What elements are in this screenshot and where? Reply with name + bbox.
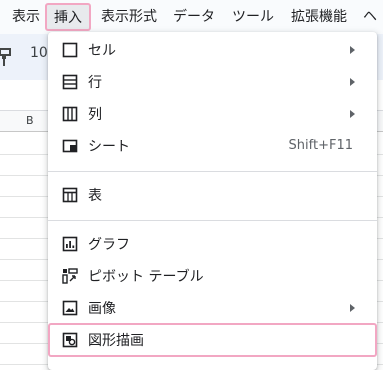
menu-item-label: セル: [88, 43, 116, 59]
menu-item-label: ピボット テーブル: [88, 269, 204, 285]
menu-view[interactable]: 表示: [12, 0, 40, 34]
menu-item-chart[interactable]: グラフ: [48, 228, 377, 260]
submenu-arrow-icon: [350, 78, 355, 86]
menu-divider: [48, 220, 377, 221]
new-sheet-icon: [62, 139, 78, 153]
menu-item-column[interactable]: 列: [48, 98, 377, 130]
menu-insert[interactable]: 挿入: [45, 3, 91, 31]
menu-item-label: 行: [88, 75, 102, 91]
menu-help[interactable]: ヘ: [363, 0, 377, 34]
menu-item-label: グラフ: [88, 237, 130, 253]
column-icon: [62, 106, 78, 122]
keyboard-shortcut: Shift+F11: [288, 138, 353, 153]
menu-item-row[interactable]: 行: [48, 66, 377, 98]
submenu-arrow-icon: [350, 110, 355, 118]
menu-format[interactable]: 表示形式: [101, 0, 157, 34]
image-icon: [62, 300, 78, 316]
menu-item-image[interactable]: 画像: [48, 292, 377, 324]
paint-format-icon[interactable]: [0, 46, 18, 68]
submenu-arrow-icon: [350, 46, 355, 54]
menu-item-label: 表: [88, 188, 102, 204]
menu-item-label: シート: [88, 139, 130, 155]
cell-icon: [62, 42, 78, 58]
menu-item-label: 列: [88, 107, 102, 123]
menu-divider: [48, 171, 377, 172]
menu-item-cell[interactable]: セル: [48, 34, 377, 66]
menu-bar: 表示 挿入 表示形式 データ ツール 拡張機能 ヘ: [0, 0, 383, 34]
menu-item-label: 図形描画: [88, 333, 144, 349]
row-icon: [62, 74, 78, 90]
insert-menu: セル 行 列 シート Shift+F11 表 グラフ ピボット テーブル 画像 …: [48, 32, 377, 370]
menu-item-label: 画像: [88, 301, 116, 317]
drawing-icon: [62, 332, 78, 348]
menu-item-table[interactable]: 表: [48, 179, 377, 211]
menu-data[interactable]: データ: [173, 0, 215, 34]
pivot-table-icon: [62, 268, 78, 284]
submenu-arrow-icon: [350, 304, 355, 312]
menu-item-drawing[interactable]: 図形描画: [48, 323, 377, 357]
menu-extensions[interactable]: 拡張機能: [291, 0, 347, 34]
table-icon: [62, 187, 78, 203]
menu-item-pivot-table[interactable]: ピボット テーブル: [48, 260, 377, 292]
column-b-header[interactable]: B: [26, 114, 34, 127]
menu-tools[interactable]: ツール: [232, 0, 274, 34]
menu-item-sheet[interactable]: シート Shift+F11: [48, 130, 377, 162]
chart-icon: [62, 236, 78, 252]
